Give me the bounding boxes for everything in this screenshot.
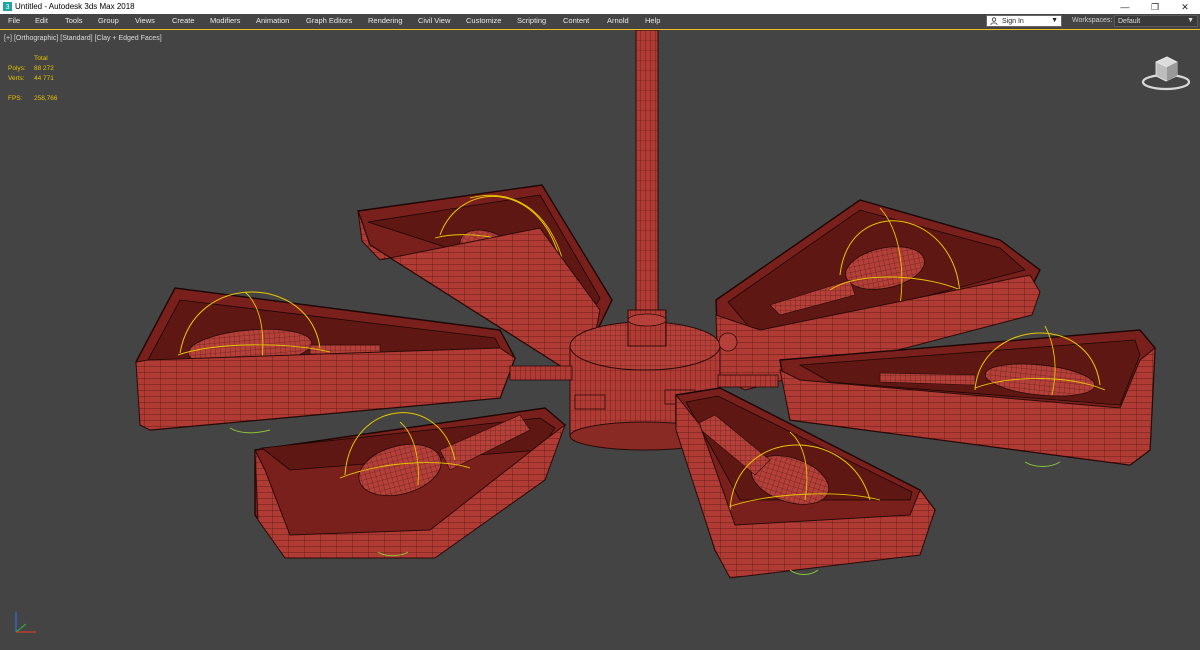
workspaces-select[interactable]: Default ▼ — [1114, 15, 1198, 27]
lamp-shade-bottom-left[interactable] — [254, 407, 567, 559]
workspaces-label: Workspaces: — [1072, 17, 1113, 24]
viewport-view-menu[interactable]: [Orthographic] — [14, 35, 58, 42]
menu-scripting[interactable]: Scripting — [517, 16, 546, 26]
menu-animation[interactable]: Animation — [256, 16, 289, 26]
viewport[interactable]: [+] [Orthographic] [Standard] [Clay + Ed… — [0, 29, 1200, 650]
verts-value: 44 771 — [34, 75, 54, 82]
menu-rendering[interactable]: Rendering — [368, 16, 403, 26]
menu-customize[interactable]: Customize — [466, 16, 501, 26]
app-icon: 3 — [3, 2, 12, 11]
menu-tools[interactable]: Tools — [65, 16, 83, 26]
title-bar: 3 Untitled - Autodesk 3ds Max 2018 — ❐ ✕ — [0, 0, 1200, 14]
close-button[interactable]: ✕ — [1170, 0, 1200, 14]
user-icon — [990, 17, 998, 25]
menu-create[interactable]: Create — [172, 16, 195, 26]
minimize-button[interactable]: — — [1110, 0, 1140, 14]
sign-in-label: Sign In — [1002, 18, 1024, 25]
menu-arnold[interactable]: Arnold — [607, 16, 629, 26]
menu-help[interactable]: Help — [645, 16, 660, 26]
chevron-down-icon: ▼ — [1187, 17, 1194, 24]
menu-edit[interactable]: Edit — [35, 16, 48, 26]
workspaces-value: Default — [1118, 18, 1141, 25]
menu-group[interactable]: Group — [98, 16, 119, 26]
viewport-shading-menu[interactable]: [Standard] — [60, 35, 92, 42]
menu-content[interactable]: Content — [563, 16, 589, 26]
stats-header: Total — [34, 55, 48, 62]
lamp-shade-left[interactable] — [135, 287, 516, 434]
window-title: Untitled - Autodesk 3ds Max 2018 — [15, 2, 135, 11]
fps-label: FPS: — [8, 95, 23, 102]
menu-graph-editors[interactable]: Graph Editors — [306, 16, 352, 26]
scene-3d[interactable] — [0, 30, 1200, 650]
viewport-style-menu[interactable]: [Clay + Edged Faces] — [95, 35, 162, 42]
viewcube-icon[interactable] — [1140, 52, 1192, 92]
fps-value: 258,766 — [34, 95, 58, 102]
menu-modifiers[interactable]: Modifiers — [210, 16, 240, 26]
menu-civil-view[interactable]: Civil View — [418, 16, 450, 26]
chevron-down-icon: ▼ — [1051, 17, 1058, 24]
sign-in-dropdown[interactable]: Sign In ▼ — [986, 15, 1062, 27]
menu-file[interactable]: File — [8, 16, 20, 26]
ceiling-rod[interactable] — [627, 30, 667, 343]
viewport-plus-menu[interactable]: [+] — [4, 35, 12, 42]
viewport-label: [+] [Orthographic] [Standard] [Clay + Ed… — [4, 35, 162, 42]
verts-label: Verts: — [8, 75, 25, 82]
svg-text:3: 3 — [6, 2, 10, 11]
menu-views[interactable]: Views — [135, 16, 155, 26]
axis-tripod-icon — [15, 612, 36, 633]
polys-value: 88 272 — [34, 65, 54, 72]
polys-label: Polys: — [8, 65, 26, 72]
restore-button[interactable]: ❐ — [1140, 0, 1170, 14]
